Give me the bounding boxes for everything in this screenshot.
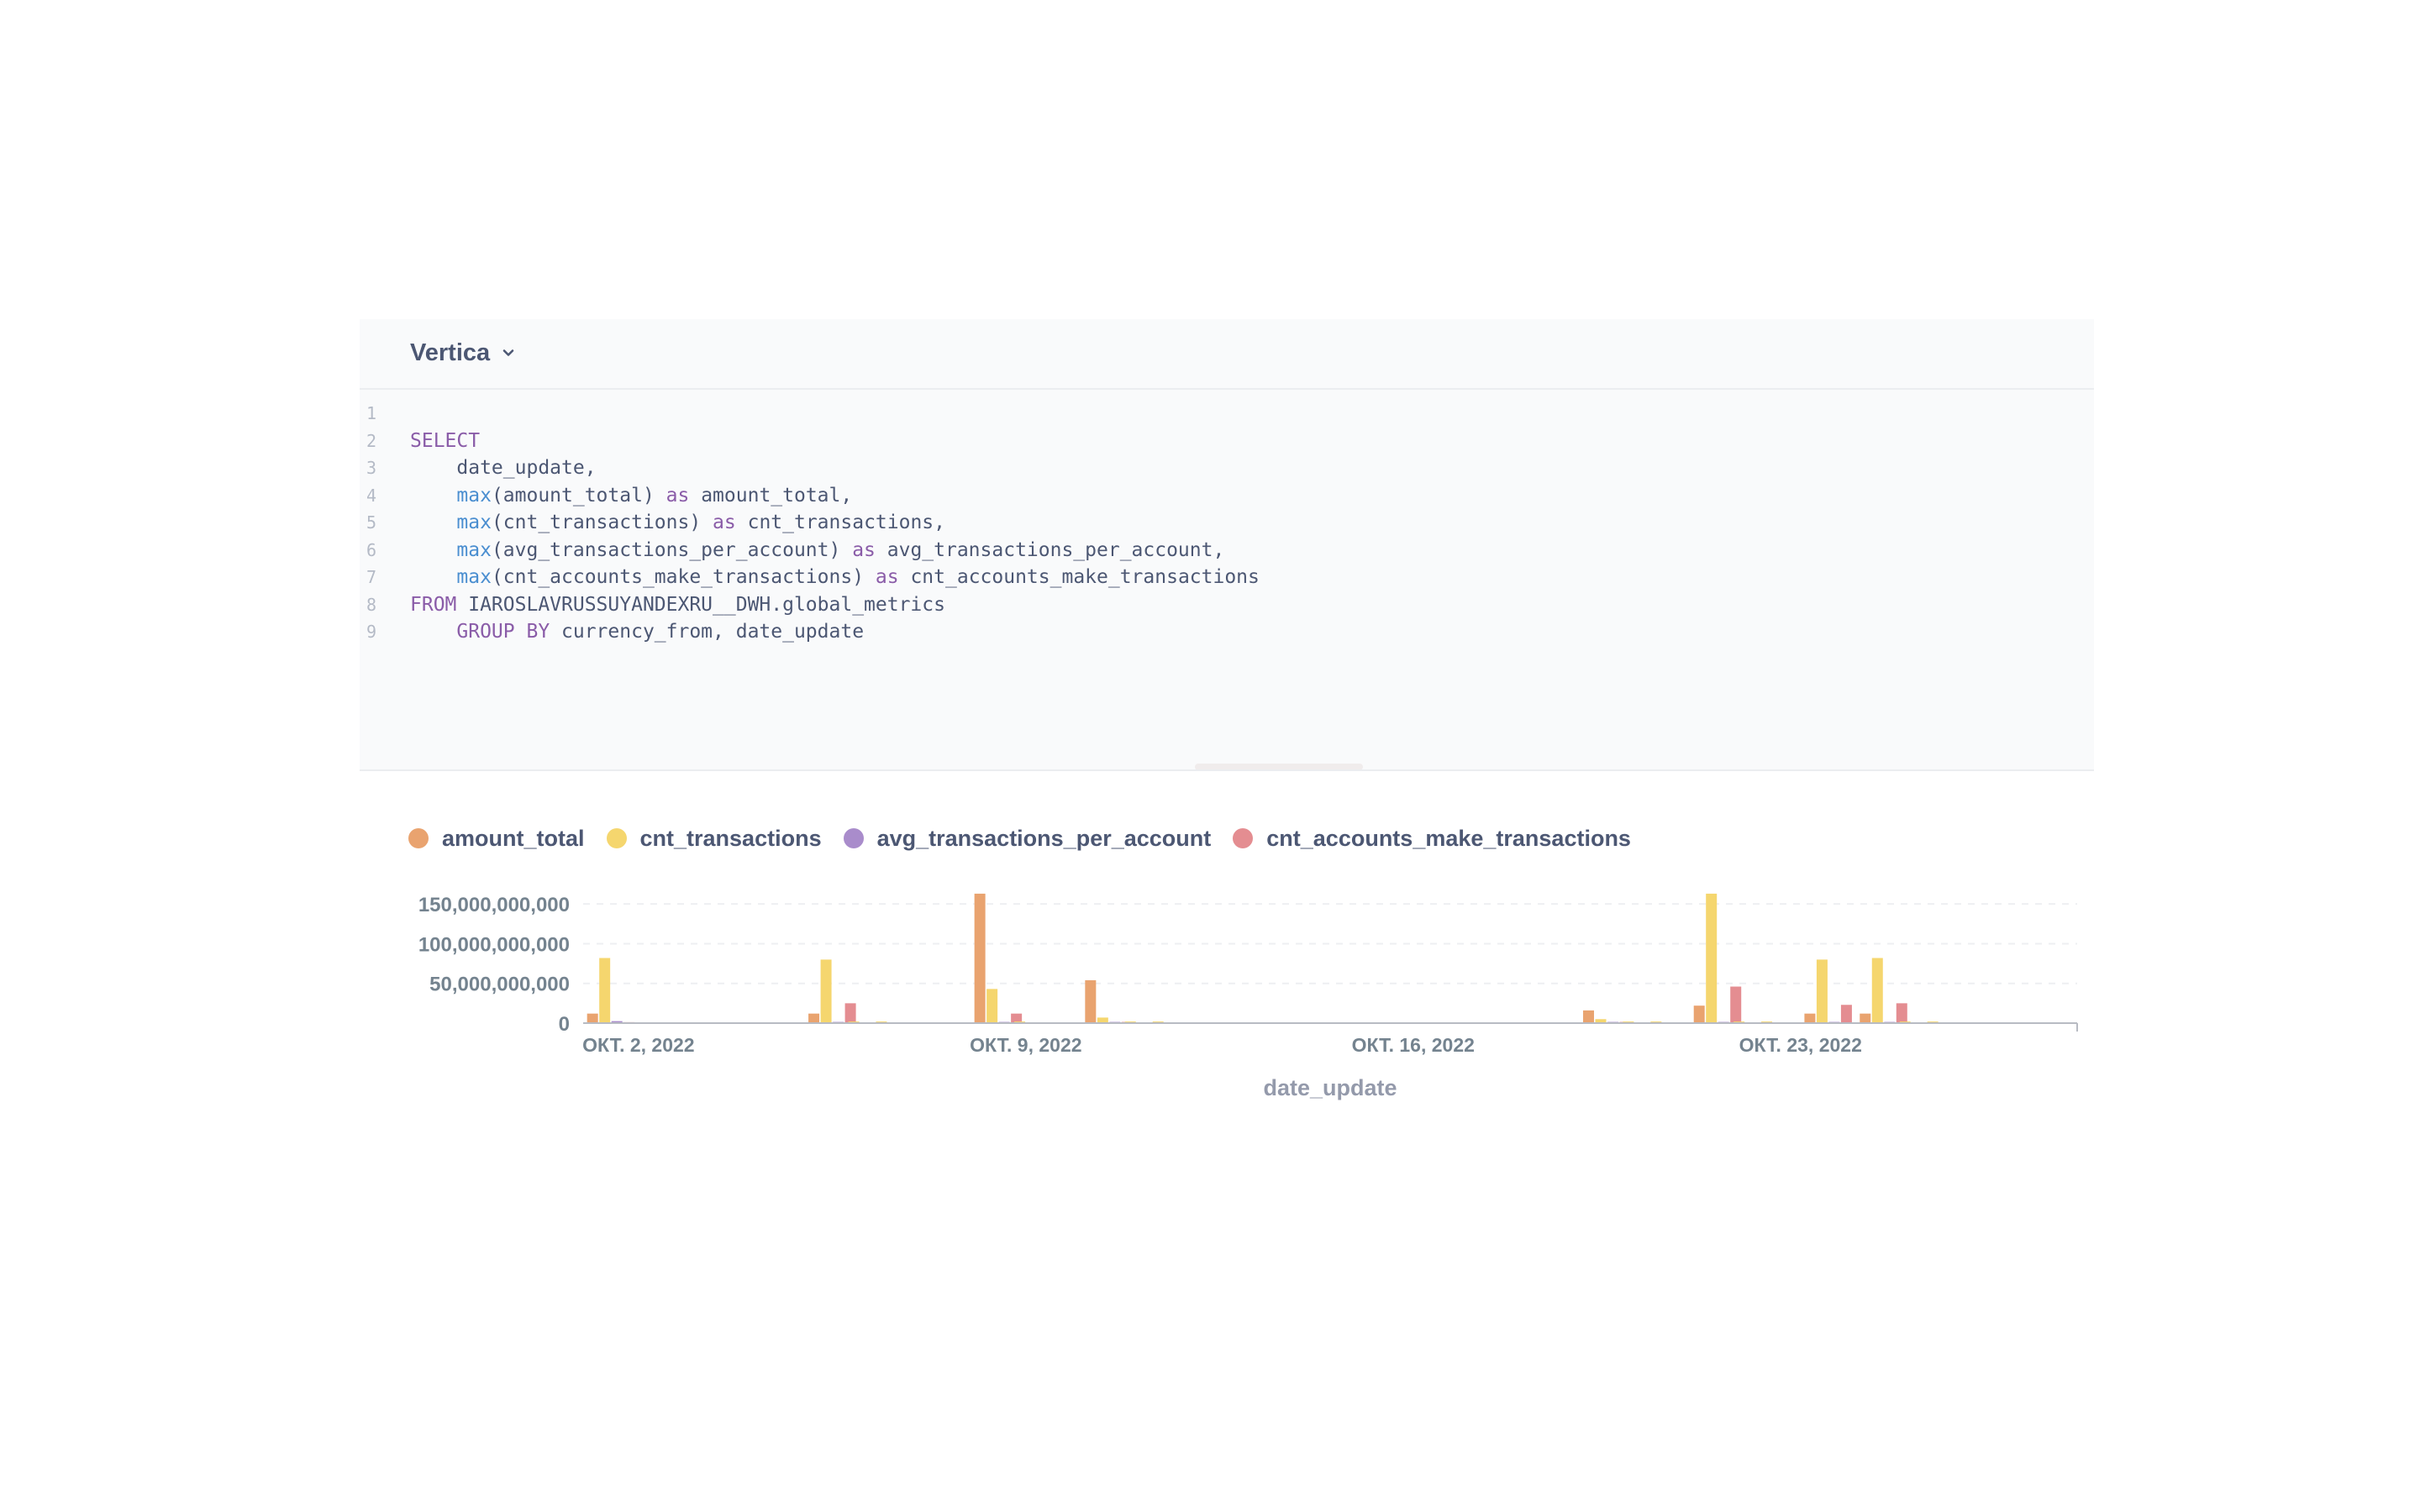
y-tick-label: 150,000,000,000 [418, 894, 570, 916]
bar-amount-total [1860, 1013, 1871, 1023]
bar-cnt-accounts-make-transactions [1840, 1005, 1852, 1023]
x-tick-label: ОКТ. 2, 2022 [582, 1034, 694, 1056]
bar-amount-total [1085, 979, 1097, 1023]
bar-cnt-transactions [1871, 958, 1883, 1023]
bar-amount-total [808, 1013, 820, 1023]
bar-amount-total [974, 893, 986, 1023]
bar-cnt-accounts-make-transactions [844, 1003, 856, 1023]
bar-cnt-accounts-make-transactions [1730, 986, 1742, 1023]
x-tick-label: ОКТ. 9, 2022 [970, 1034, 1081, 1056]
bar-chart: 0 50,000,000,000 100,000,000,000 150,000,00… [418, 893, 2078, 1100]
bar-cnt-transactions [820, 959, 832, 1023]
bar-amount-total [1693, 1005, 1705, 1023]
y-tick-label: 0 [559, 1013, 570, 1036]
y-tick-label: 50,000,000,000 [429, 974, 570, 996]
x-tick-label: ОКТ. 23, 2022 [1739, 1034, 1862, 1056]
bar-cnt-transactions [986, 989, 998, 1023]
y-tick-label: 100,000,000,000 [418, 933, 570, 956]
bar-cnt-accounts-make-transactions [1896, 1003, 1907, 1023]
x-tick-label: ОКТ. 16, 2022 [1352, 1034, 1475, 1056]
bar-cnt-transactions [1706, 893, 1718, 1023]
bar-amount-total [587, 1013, 598, 1023]
bar-amount-total [1583, 1010, 1595, 1023]
bar-amount-total [1804, 1013, 1816, 1023]
query-card: Vertica 1 2 SELECT 3 date_update, 4 max(amou… [360, 319, 2094, 1109]
bar-cnt-transactions [1816, 959, 1828, 1023]
x-axis-label: date_update [1263, 1075, 1397, 1100]
bar-cnt-transactions [599, 958, 611, 1023]
